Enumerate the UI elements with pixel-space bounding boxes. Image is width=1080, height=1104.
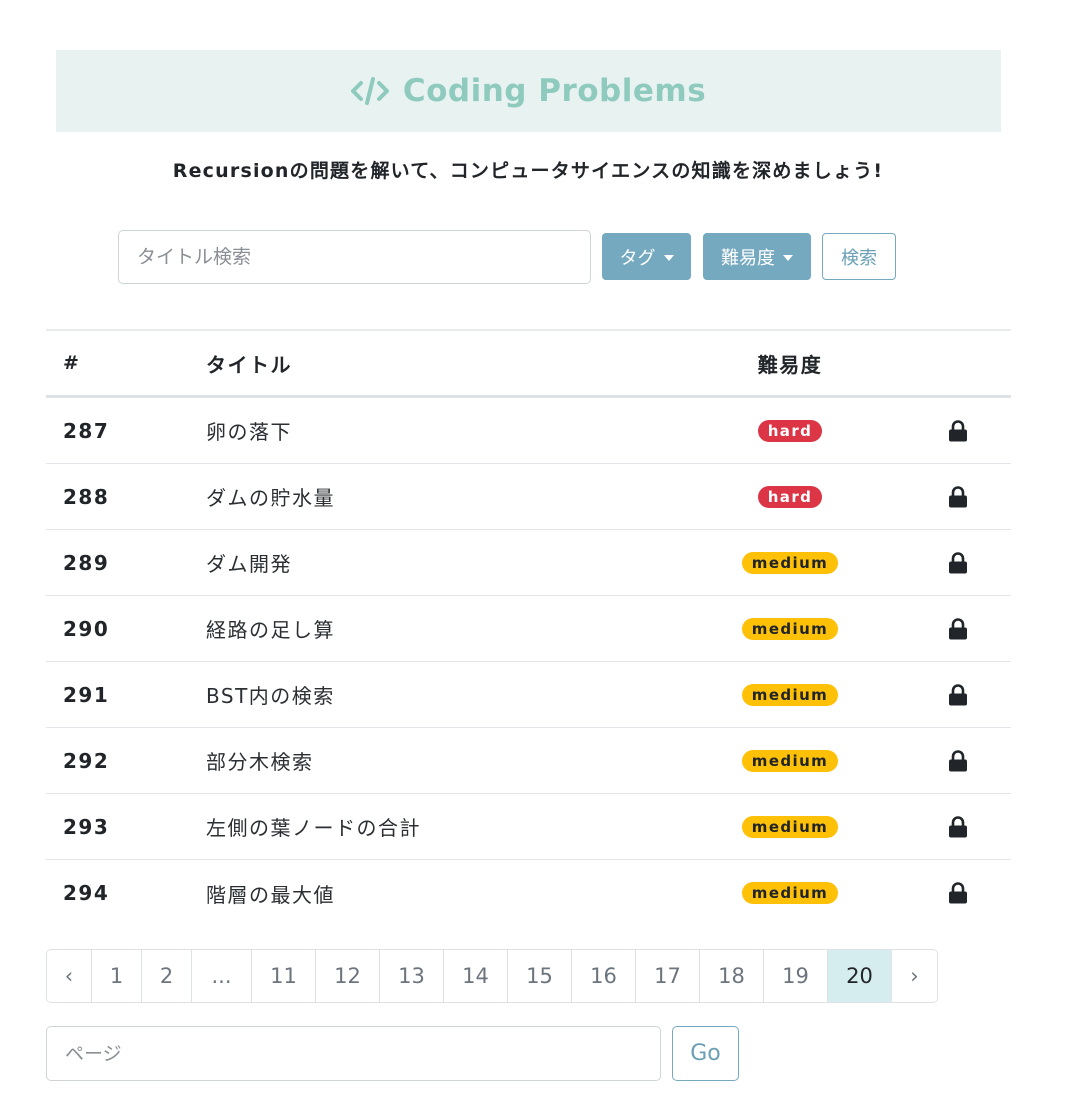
problems-table: # タイトル 難易度 287 卵の落下 hard 288 ダムの貯水量 hard 289 ダム… [46,329,1011,926]
pagination-page[interactable]: 14 [444,950,508,1002]
lock-icon [946,860,970,926]
page-title-text: Coding Problems [402,73,707,109]
problem-title[interactable]: ダムの貯水量 [206,464,335,529]
caret-down-icon [783,254,793,261]
lock-icon [946,398,970,463]
difficulty-badge: hard [757,485,823,508]
difficulty-badge: medium [741,617,839,640]
table-row[interactable]: 293 左側の葉ノードの合計 medium [46,794,1011,860]
pagination-page[interactable]: 20 [828,950,892,1002]
lock-icon [946,794,970,859]
header-banner: Coding Problems [56,50,1001,132]
caret-down-icon [663,254,674,261]
problem-number: 289 [63,550,110,575]
table-row[interactable]: 289 ダム開発 medium [46,530,1011,596]
tag-filter-label: タグ [619,247,656,269]
table-row[interactable]: 292 部分木検索 medium [46,728,1011,794]
problem-title[interactable]: 卵の落下 [206,398,292,463]
page-subtitle: Recursionの問題を解いて、コンピュータサイエンスの知識を深めましょう! [172,160,884,182]
pagination-page[interactable]: 17 [636,950,700,1002]
problem-number: 290 [63,616,110,641]
pagination-page[interactable]: 11 [252,950,316,1002]
code-icon [350,76,389,106]
difficulty-cell: medium [730,662,850,727]
difficulty-badge: medium [741,815,839,838]
table-row[interactable]: 288 ダムの貯水量 hard [46,464,1011,530]
pagination-page[interactable]: 1 [92,950,142,1002]
problem-number: 292 [63,748,110,773]
pagination-page[interactable]: 2 [142,950,192,1002]
difficulty-cell: medium [730,530,850,595]
difficulty-cell: hard [730,464,850,529]
problem-number: 293 [63,814,110,839]
table-header: # タイトル 難易度 [46,329,1011,398]
problem-title[interactable]: 部分木検索 [206,728,314,793]
title-search-input[interactable] [118,230,591,284]
column-header-title: タイトル [206,352,292,377]
pagination-prev-button[interactable]: ‹ [47,950,92,1002]
search-button[interactable]: 検索 [822,233,896,280]
lock-icon [946,596,970,661]
table-row[interactable]: 290 経路の足し算 medium [46,596,1011,662]
go-button[interactable]: Go [672,1026,739,1081]
difficulty-badge: medium [741,551,839,574]
pagination-page[interactable]: 13 [380,950,444,1002]
table-row[interactable]: 294 階層の最大値 medium [46,860,1011,926]
pagination-next-button[interactable]: › [892,950,937,1002]
problem-number: 288 [63,484,110,509]
table-body: 287 卵の落下 hard 288 ダムの貯水量 hard 289 ダム開発 medium 290… [46,398,1011,926]
pagination-page[interactable]: 15 [508,950,572,1002]
difficulty-badge: medium [741,683,839,706]
pagination-page[interactable]: 19 [764,950,828,1002]
difficulty-filter-label: 難易度 [721,247,775,269]
problem-number: 291 [63,682,110,707]
difficulty-badge: medium [741,749,839,772]
difficulty-cell: medium [730,596,850,661]
lock-icon [946,662,970,727]
lock-icon [946,728,970,793]
problem-title[interactable]: ダム開発 [206,530,292,595]
difficulty-cell: medium [730,860,850,926]
difficulty-cell: medium [730,728,850,793]
pagination: ‹ 1 2... 11 12 13 14 15 16 17 18 19 20 › [46,949,938,1003]
problem-number: 287 [63,418,110,443]
problem-title[interactable]: BST内の検索 [206,662,335,727]
column-header-difficulty: 難易度 [757,352,823,377]
table-row[interactable]: 287 卵の落下 hard [46,398,1011,464]
difficulty-badge: medium [741,882,839,904]
problem-title[interactable]: 階層の最大値 [206,860,335,926]
problem-title[interactable]: 経路の足し算 [206,596,335,661]
pagination-ellipsis[interactable]: ... [192,950,252,1002]
lock-icon [946,464,970,529]
pagination-page[interactable]: 16 [572,950,636,1002]
column-header-number: # [63,352,79,374]
problem-number: 294 [63,881,110,905]
problem-title[interactable]: 左側の葉ノードの合計 [206,794,421,859]
difficulty-cell: hard [730,398,850,463]
pagination-page[interactable]: 12 [316,950,380,1002]
difficulty-filter-button[interactable]: 難易度 [703,233,811,280]
pagination-page[interactable]: 18 [700,950,764,1002]
page-number-input[interactable] [46,1026,661,1081]
difficulty-badge: hard [757,419,823,442]
page-title: Coding Problems [350,73,707,109]
table-row[interactable]: 291 BST内の検索 medium [46,662,1011,728]
tag-filter-button[interactable]: タグ [602,233,691,280]
lock-icon [946,530,970,595]
difficulty-cell: medium [730,794,850,859]
